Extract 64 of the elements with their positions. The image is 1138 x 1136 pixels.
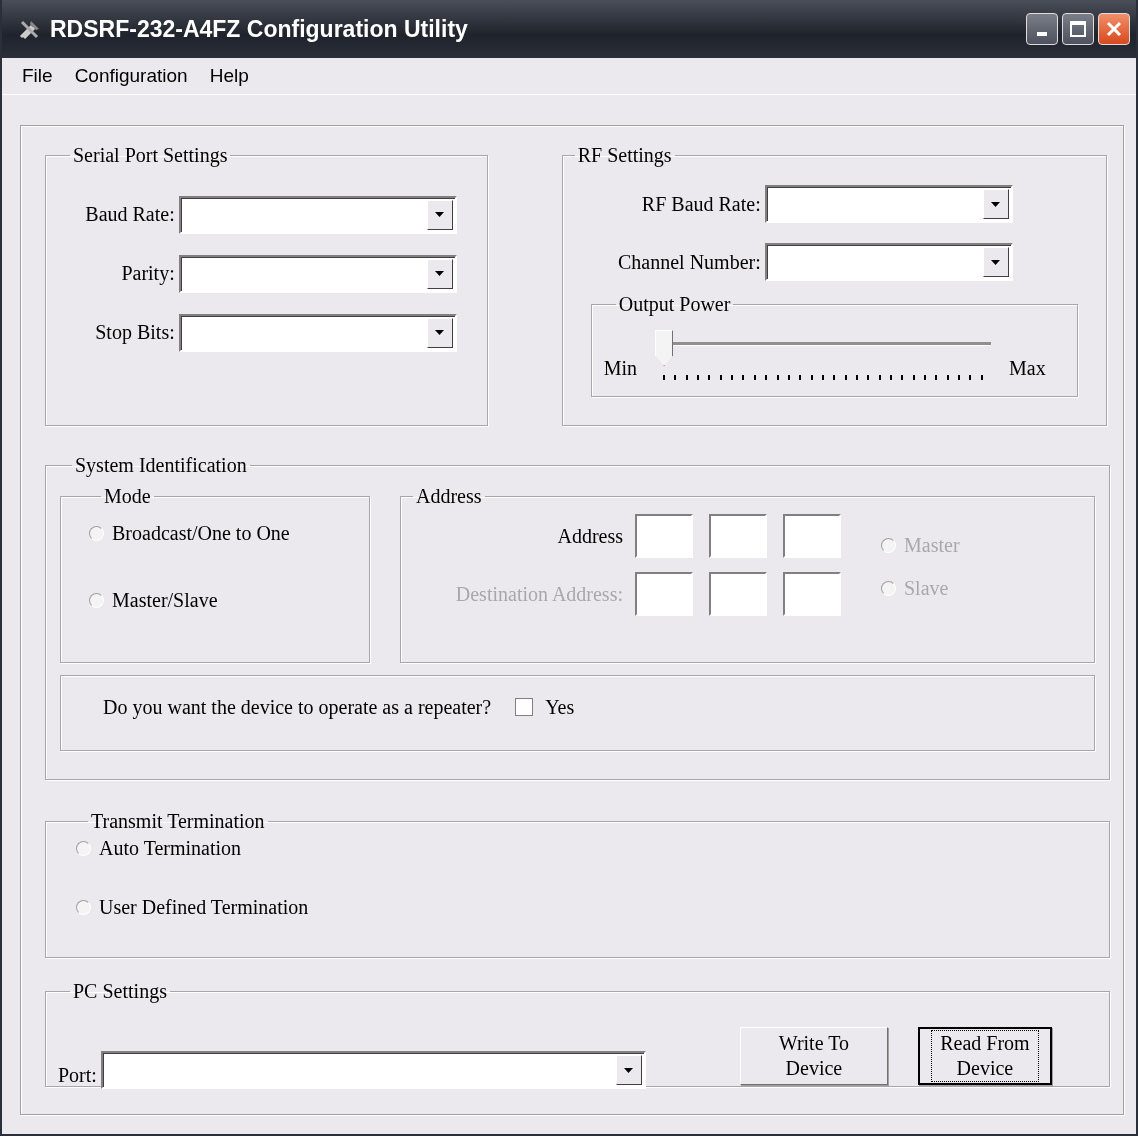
dropdown[interactable]	[764, 243, 1013, 281]
radio-label: Slave	[904, 577, 949, 600]
field-label: Parity:	[121, 262, 175, 285]
field-label: Port:	[58, 1064, 97, 1087]
maximize-icon	[1070, 21, 1086, 37]
dropdown[interactable]	[178, 313, 457, 352]
dropdown-arrow-icon	[435, 212, 445, 217]
dropdown-arrow-icon	[435, 330, 445, 335]
dropdown-arrow-icon	[435, 271, 445, 276]
min-label: Min	[603, 357, 638, 380]
field-label: RF Baud Rate:	[640, 192, 761, 216]
input-field[interactable]	[783, 572, 841, 616]
dropdown-arrow-icon	[991, 201, 1001, 207]
group-title: PC Settings	[72, 980, 168, 1003]
group-title: Output Power	[617, 293, 732, 316]
field-label: Address	[556, 524, 623, 548]
input-field[interactable]	[635, 572, 693, 616]
checkbox-label: Yes	[545, 695, 575, 719]
checkbox[interactable]	[515, 698, 534, 716]
menu-item[interactable]: File	[22, 65, 53, 87]
slider[interactable]	[655, 330, 992, 380]
dropdown-arrow-icon	[624, 1067, 634, 1073]
slider-thumb[interactable]	[655, 330, 674, 366]
radio-button[interactable]	[76, 841, 91, 856]
input-field[interactable]	[783, 514, 841, 558]
radio-button[interactable]	[76, 900, 91, 915]
dropdown[interactable]	[178, 254, 457, 293]
menu-item[interactable]: Configuration	[74, 65, 188, 87]
field-label: Baud Rate:	[85, 203, 175, 226]
maximize-button[interactable]	[1062, 13, 1094, 45]
action-button[interactable]: Read From Device	[917, 1027, 1052, 1085]
radio-button[interactable]	[89, 526, 104, 541]
question-text: Do you want the device to operate as a repeater?	[103, 695, 492, 719]
close-icon	[1106, 21, 1122, 37]
minimize-icon	[1037, 32, 1047, 36]
group-title: RF Settings	[576, 144, 673, 167]
radio-button[interactable]	[89, 593, 104, 608]
radio-label: Master	[904, 534, 960, 557]
field-label: Destination Address:	[454, 582, 623, 606]
dropdown[interactable]	[178, 195, 457, 234]
radio-label: User Defined Termination	[99, 896, 309, 919]
group-title: Transmit Termination	[90, 810, 266, 833]
field-label: Channel Number:	[617, 250, 761, 274]
radio-label: Broadcast/One to One	[112, 522, 290, 545]
input-field[interactable]	[709, 514, 767, 558]
group-title: Serial Port Settings	[72, 144, 229, 167]
dropdown-arrow-icon	[991, 259, 1001, 265]
menu-item[interactable]: Help	[209, 65, 249, 87]
radio-label: Auto Termination	[99, 837, 242, 860]
action-button[interactable]: Write To Device	[739, 1027, 888, 1085]
radio-label: Master/Slave	[112, 589, 218, 612]
input-field[interactable]	[635, 514, 693, 558]
field-label: Stop Bits:	[95, 321, 175, 344]
dropdown[interactable]	[100, 1051, 646, 1089]
max-label: Max	[1009, 357, 1046, 380]
group-title: Address	[415, 485, 483, 508]
minimize-button[interactable]	[1026, 13, 1058, 45]
close-button[interactable]	[1098, 13, 1130, 45]
tools-icon	[18, 18, 42, 40]
input-field[interactable]	[709, 572, 767, 616]
window-title: RDSRF-232-A4FZ Configuration Utility	[50, 15, 469, 43]
dropdown[interactable]	[764, 185, 1013, 223]
group-title: System Identification	[74, 454, 248, 477]
group-title: Mode	[103, 485, 152, 508]
